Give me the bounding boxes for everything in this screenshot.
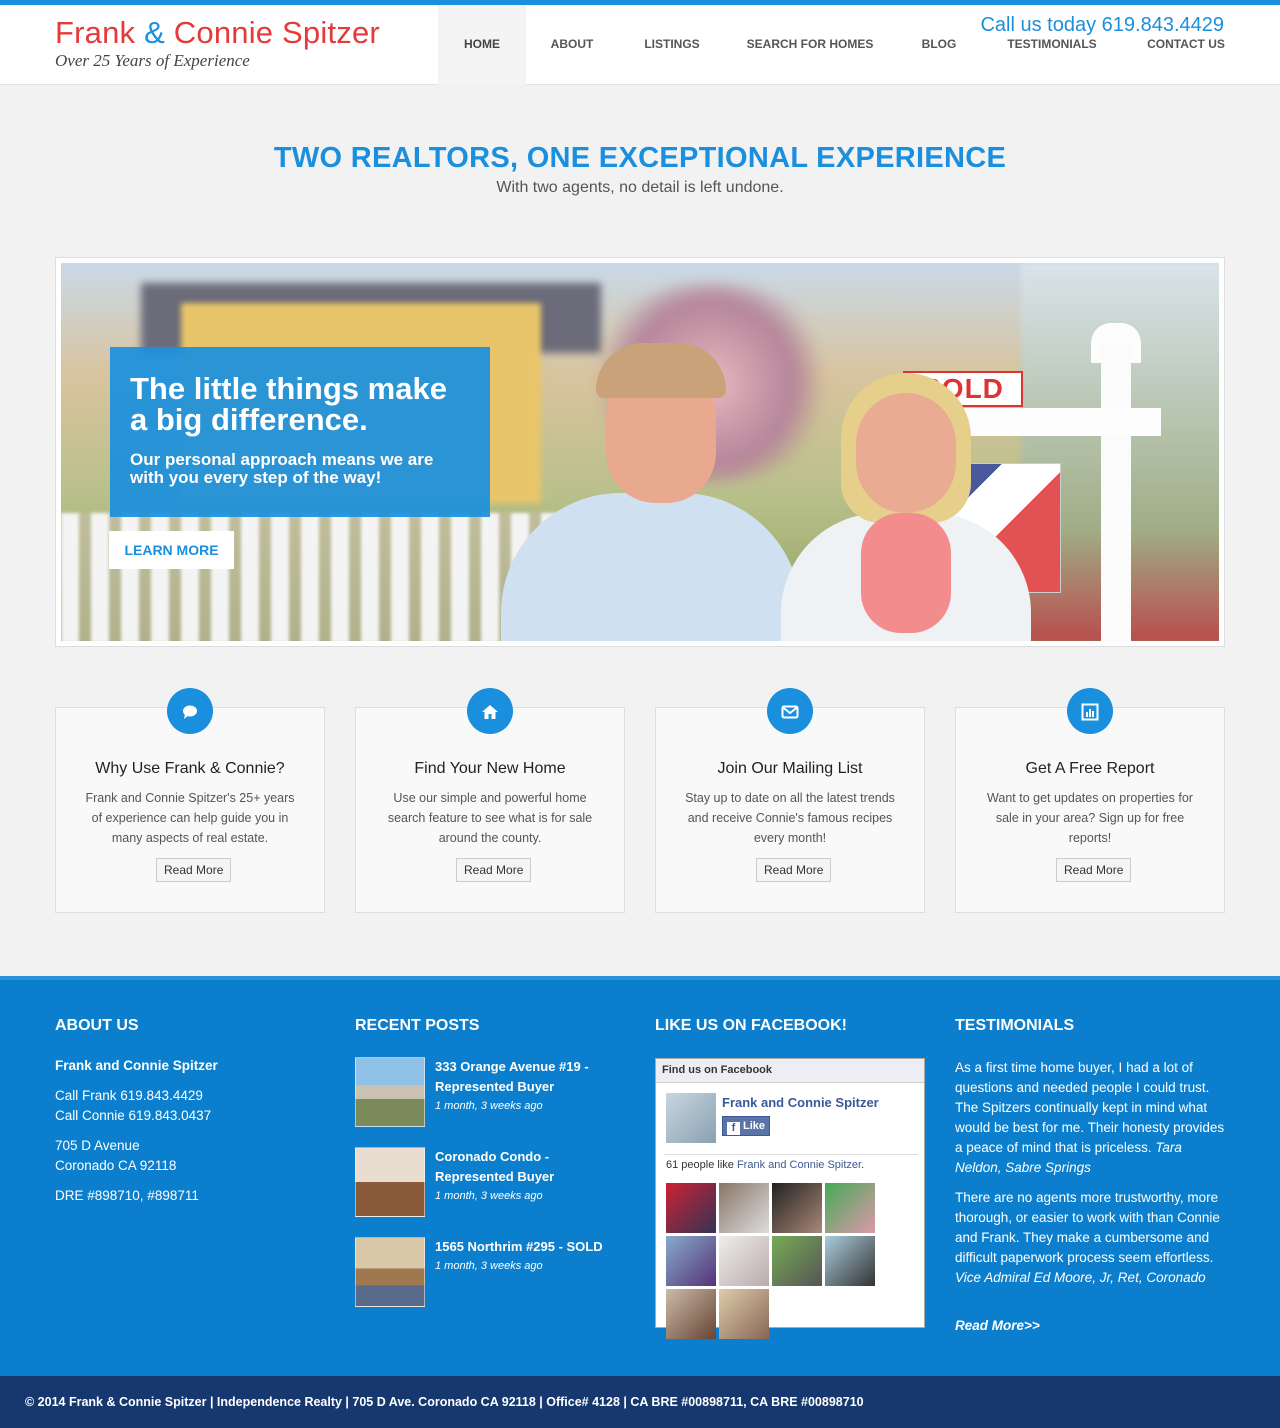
feature-box-mailing-list: Join Our Mailing List Stay up to date on… [655, 707, 925, 913]
post-thumbnail[interactable] [355, 1147, 425, 1217]
feature-text: Use our simple and powerful home search … [387, 791, 593, 845]
facebook-like-button[interactable]: f Like [722, 1116, 770, 1136]
nav-testimonials[interactable]: TESTIMONIALS [1002, 5, 1102, 85]
facebook-count-suffix: . [861, 1159, 865, 1171]
nav-contact-us[interactable]: CONTACT US [1142, 5, 1230, 85]
facebook-fan-avatar[interactable] [666, 1289, 716, 1339]
testimonial-quote: As a first time home buyer, I had a lot … [955, 1058, 1227, 1178]
photo-connie [781, 373, 1031, 641]
post-title-link[interactable]: 1565 Northrim #295 - SOLD [435, 1237, 625, 1257]
read-more-button[interactable]: Read More [756, 858, 832, 882]
learn-more-button[interactable]: LEARN MORE [109, 531, 234, 569]
dre-numbers: DRE #898710, #898711 [55, 1188, 199, 1203]
facebook-page-avatar[interactable] [666, 1093, 716, 1143]
feature-title: Why Use Frank & Connie? [95, 760, 285, 777]
facebook-fan-avatar[interactable] [666, 1183, 716, 1233]
sign-post [1101, 343, 1131, 641]
facebook-page-name[interactable]: Frank and Connie Spitzer [722, 1095, 879, 1110]
hero-title: TWO REALTORS, ONE EXCEPTIONAL EXPERIENCE [273, 142, 1007, 174]
address-line-1: 705 D Avenue [55, 1138, 140, 1153]
facebook-like-label: Like [743, 1120, 766, 1132]
post-date: 1 month, 3 weeks ago [435, 1190, 543, 1202]
facebook-heading: LIKE US ON FACEBOOK! [655, 1017, 848, 1034]
feature-box-find-home: Find Your New Home Use our simple and po… [355, 707, 625, 913]
testimonial-quote: There are no agents more trustworthy, mo… [955, 1188, 1227, 1288]
testimonials-read-more-link[interactable]: Read More>> [955, 1318, 1040, 1333]
facebook-fan-avatar[interactable] [719, 1289, 769, 1339]
facebook-fan-avatar[interactable] [719, 1236, 769, 1286]
testimonial-author: Vice Admiral Ed Moore, Jr, Ret, Coronado [955, 1270, 1206, 1285]
about-us-heading: ABOUT US [55, 1017, 139, 1034]
site-header: Frank & Connie Spitzer Over 25 Years of … [0, 5, 1280, 85]
divider [664, 1154, 918, 1155]
slider-callout: The little things make a big difference.… [110, 347, 490, 517]
facebook-f-icon: f [727, 1122, 740, 1135]
facebook-fan-avatar[interactable] [825, 1236, 875, 1286]
read-more-button[interactable]: Read More [1056, 858, 1132, 882]
slider-text: Our personal approach means we are with … [130, 450, 434, 487]
read-more-button[interactable]: Read More [156, 858, 232, 882]
facebook-like-count: 61 people like Frank and Connie Spitzer. [666, 1159, 864, 1171]
speech-bubble-icon [167, 688, 213, 734]
facebook-page-link[interactable]: Frank and Connie Spitzer [737, 1159, 861, 1171]
home-icon [467, 688, 513, 734]
facebook-widget-header: Find us on Facebook [656, 1059, 924, 1083]
logo-first-name: Frank [55, 15, 136, 50]
facebook-widget: Find us on Facebook Frank and Connie Spi… [655, 1058, 925, 1339]
post-title-link[interactable]: 333 Orange Avenue #19 - Represented Buye… [435, 1057, 625, 1097]
feature-text: Frank and Connie Spitzer's 25+ years of … [85, 791, 295, 845]
photo-frank [501, 343, 801, 641]
nav-search-for-homes[interactable]: SEARCH FOR HOMES [744, 5, 876, 85]
post-thumbnail[interactable] [355, 1057, 425, 1127]
post-date: 1 month, 3 weeks ago [435, 1100, 543, 1112]
testimonial-text: As a first time home buyer, I had a lot … [955, 1060, 1225, 1155]
post-title-link[interactable]: Coronado Condo - Represented Buyer [435, 1147, 625, 1187]
nav-listings[interactable]: LISTINGS [632, 5, 712, 85]
facebook-fan-avatar[interactable] [666, 1236, 716, 1286]
hero-slide-image: SOLD The little things make a big differ… [61, 263, 1219, 641]
site-logo[interactable]: Frank & Connie Spitzer [55, 15, 380, 51]
copyright-bar: © 2014 Frank & Connie Spitzer | Independ… [0, 1376, 1280, 1428]
address-line-2: Coronado CA 92118 [55, 1158, 177, 1173]
feature-title: Find Your New Home [414, 760, 566, 777]
feature-box-why-us: Why Use Frank & Connie? Frank and Connie… [55, 707, 325, 913]
read-more-button[interactable]: Read More [456, 858, 532, 882]
call-frank: Call Frank 619.843.4429 [55, 1088, 203, 1103]
facebook-fan-avatar[interactable] [772, 1236, 822, 1286]
nav-about[interactable]: ABOUT [540, 5, 604, 85]
feature-box-free-report: Get A Free Report Want to get updates on… [955, 707, 1225, 913]
facebook-fan-avatar[interactable] [772, 1183, 822, 1233]
facebook-fan-avatar[interactable] [825, 1183, 875, 1233]
feature-text: Stay up to date on all the latest trends… [685, 791, 895, 845]
nav-blog[interactable]: BLOG [914, 5, 964, 85]
post-date: 1 month, 3 weeks ago [435, 1260, 543, 1272]
facebook-count-prefix: 61 people like [666, 1159, 737, 1171]
nav-home[interactable]: HOME [438, 5, 526, 85]
envelope-icon [767, 688, 813, 734]
call-connie: Call Connie 619.843.0437 [55, 1108, 212, 1123]
recent-posts-heading: RECENT POSTS [355, 1017, 480, 1034]
logo-last-name: Connie Spitzer [173, 15, 380, 50]
report-chart-icon [1067, 688, 1113, 734]
about-name: Frank and Connie Spitzer [55, 1058, 218, 1073]
logo-tagline: Over 25 Years of Experience [55, 51, 250, 70]
post-thumbnail[interactable] [355, 1237, 425, 1307]
slider-headline: The little things make a big difference. [130, 371, 447, 437]
feature-title: Get A Free Report [1025, 760, 1155, 777]
feature-text: Want to get updates on properties for sa… [987, 791, 1193, 845]
hero-slider: SOLD The little things make a big differ… [55, 257, 1225, 647]
logo-ampersand: & [144, 15, 165, 50]
testimonials-heading: TESTIMONIALS [955, 1017, 1075, 1034]
facebook-fan-avatar[interactable] [719, 1183, 769, 1233]
feature-title: Join Our Mailing List [717, 760, 863, 777]
hero-subtitle: With two agents, no detail is left undon… [496, 179, 784, 196]
testimonial-text: There are no agents more trustworthy, mo… [955, 1190, 1220, 1265]
